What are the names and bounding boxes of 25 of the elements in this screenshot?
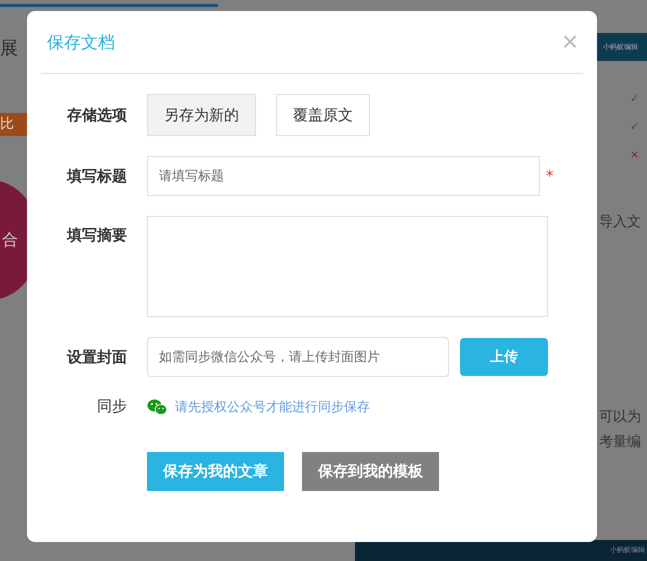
required-mark: * [546, 167, 554, 185]
field-label: 设置封面 [66, 348, 127, 366]
page-text: 可以为 [599, 408, 641, 426]
page-text: 导入文 [599, 213, 641, 231]
title-input[interactable]: 请填写标题 [147, 156, 540, 196]
page-badge: 比 [0, 113, 27, 136]
save-button[interactable]: 保存为我的文章 [147, 452, 284, 491]
dialog-title: 保存文档 [47, 32, 115, 54]
field-label: 填写摘要 [66, 225, 127, 245]
chat-bubbles-icon [147, 398, 167, 414]
table-mark: × [630, 148, 640, 161]
page-heading: 展 [0, 37, 18, 60]
option-button[interactable]: 另存为新的 [147, 94, 256, 136]
table-mark: ✓ [630, 120, 640, 133]
cover-input[interactable]: 如需同步微信公众号，请上传封面图片 [147, 337, 449, 377]
authorize-link[interactable]: 请先授权公众号才能进行同步保存 [175, 398, 370, 416]
field-label: 同步 [96, 397, 127, 416]
summary-input[interactable] [147, 216, 548, 317]
field-label: 填写标题 [66, 166, 127, 186]
table-mark: ✓ [630, 92, 640, 105]
option-button[interactable]: 覆盖原文 [276, 94, 370, 136]
field-label: 存储选项 [66, 106, 127, 124]
upload-button[interactable]: 上传 [460, 338, 548, 376]
page-text: 考量编 [599, 433, 641, 451]
save-button[interactable]: 保存到我的模板 [302, 452, 439, 491]
